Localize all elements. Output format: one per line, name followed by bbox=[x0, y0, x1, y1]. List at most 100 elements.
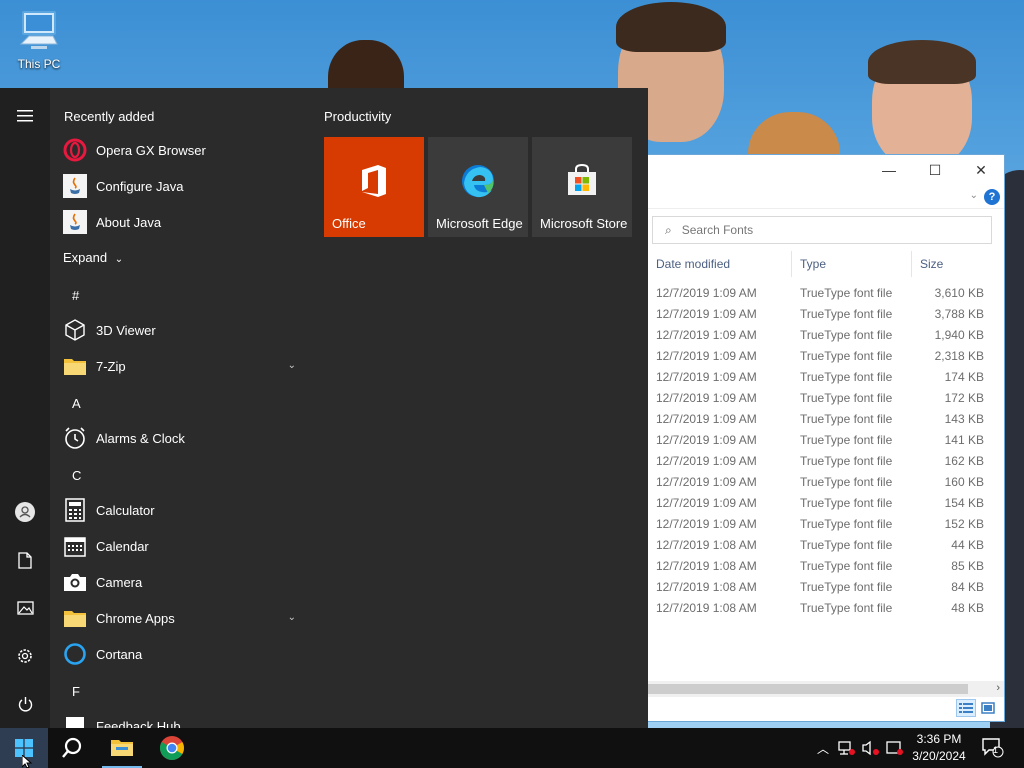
desktop-icon-this-pc[interactable]: This PC bbox=[10, 8, 68, 71]
letter-header-f[interactable]: F bbox=[72, 684, 80, 699]
network-tray-button[interactable] bbox=[836, 728, 858, 768]
expand-button[interactable]: Expand ⌄ bbox=[63, 250, 123, 265]
help-button[interactable]: ? bbox=[984, 189, 1000, 205]
user-account-button[interactable] bbox=[0, 492, 50, 532]
tile-label: Microsoft Edge bbox=[436, 216, 523, 231]
app-3d-viewer[interactable]: 3D Viewer bbox=[62, 312, 302, 348]
file-row[interactable]: 12/7/2019 1:09 AM TrueType font file 141 K… bbox=[648, 430, 996, 451]
scroll-right-icon[interactable]: › bbox=[996, 682, 1000, 694]
file-row[interactable]: 12/7/2019 1:08 AM TrueType font file 48 KB bbox=[648, 598, 996, 619]
file-type: TrueType font file bbox=[800, 601, 893, 615]
file-type: TrueType font file bbox=[800, 391, 893, 405]
file-row[interactable]: 12/7/2019 1:09 AM TrueType font file 3,610… bbox=[648, 283, 996, 304]
file-date-modified: 12/7/2019 1:09 AM bbox=[656, 496, 757, 510]
app-alarms-clock[interactable]: Alarms & Clock bbox=[62, 420, 302, 456]
tile-group-title[interactable]: Productivity bbox=[324, 109, 391, 124]
window-controls: — ☐ ✕ bbox=[866, 155, 1004, 185]
maximize-button[interactable]: ☐ bbox=[912, 155, 958, 185]
close-button[interactable]: ✕ bbox=[958, 155, 1004, 185]
file-row[interactable]: 12/7/2019 1:08 AM TrueType font file 84 KB bbox=[648, 577, 996, 598]
hamburger-menu-button[interactable] bbox=[0, 96, 50, 136]
chevron-down-icon[interactable]: ⌄ bbox=[288, 360, 296, 371]
search-placeholder: Search Fonts bbox=[681, 223, 754, 237]
edge-icon bbox=[428, 163, 528, 199]
file-date-modified: 12/7/2019 1:09 AM bbox=[656, 433, 757, 447]
file-row[interactable]: 12/7/2019 1:09 AM TrueType font file 2,318… bbox=[648, 346, 996, 367]
settings-button[interactable] bbox=[0, 636, 50, 676]
app-about-java[interactable]: About Java bbox=[62, 204, 302, 240]
chevron-down-icon[interactable]: ⌄ bbox=[288, 612, 296, 623]
scrollbar-thumb[interactable] bbox=[648, 684, 968, 694]
wallpaper-figure bbox=[616, 2, 726, 52]
file-row[interactable]: 12/7/2019 1:09 AM TrueType font file 174 K… bbox=[648, 367, 996, 388]
file-date-modified: 12/7/2019 1:09 AM bbox=[656, 517, 757, 531]
column-header-date-modified[interactable]: Date modified bbox=[648, 251, 792, 277]
pictures-button[interactable] bbox=[0, 588, 50, 628]
letter-header-hash[interactable]: # bbox=[72, 288, 79, 303]
app-cortana[interactable]: Cortana bbox=[62, 636, 302, 672]
this-pc-icon bbox=[19, 11, 58, 49]
search-fonts-input[interactable]: ⌕ Search Fonts bbox=[652, 216, 992, 244]
file-date-modified: 12/7/2019 1:08 AM bbox=[656, 601, 757, 615]
tile-microsoft-edge[interactable]: Microsoft Edge bbox=[428, 137, 528, 237]
column-header-size[interactable]: Size bbox=[912, 251, 992, 277]
recently-added-heading: Recently added bbox=[64, 109, 155, 124]
app-7-zip[interactable]: 7-Zip ⌄ bbox=[62, 348, 302, 384]
app-opera-gx[interactable]: Opera GX Browser bbox=[62, 132, 302, 168]
taskbar-file-explorer[interactable] bbox=[98, 728, 146, 768]
file-row[interactable]: 12/7/2019 1:09 AM TrueType font file 172 K… bbox=[648, 388, 996, 409]
taskbar-chrome[interactable] bbox=[148, 728, 196, 768]
tile-office[interactable]: Office bbox=[324, 137, 424, 237]
app-chrome-apps[interactable]: Chrome Apps ⌄ bbox=[62, 600, 302, 636]
app-configure-java[interactable]: Configure Java bbox=[62, 168, 302, 204]
horizontal-scrollbar[interactable]: › bbox=[648, 681, 1004, 697]
cube-icon bbox=[62, 317, 88, 343]
file-explorer-window[interactable]: — ☐ ✕ ⌄ ? ⌕ Search Fonts Date modified T… bbox=[620, 155, 1004, 721]
ribbon-expand-icon[interactable]: ⌄ bbox=[970, 190, 978, 201]
file-row[interactable]: 12/7/2019 1:08 AM TrueType font file 85 KB bbox=[648, 556, 996, 577]
java-icon bbox=[62, 173, 88, 199]
details-view-icon bbox=[959, 703, 973, 713]
action-center-button[interactable]: 1 bbox=[980, 728, 1006, 768]
file-row[interactable]: 12/7/2019 1:09 AM TrueType font file 152 K… bbox=[648, 514, 996, 535]
file-type: TrueType font file bbox=[800, 286, 893, 300]
user-avatar-icon bbox=[15, 502, 35, 522]
system-clock[interactable]: 3:36 PM 3/20/2024 bbox=[896, 731, 982, 765]
pictures-icon bbox=[16, 601, 34, 615]
file-size: 85 KB bbox=[951, 559, 984, 573]
tile-microsoft-store[interactable]: Microsoft Store bbox=[532, 137, 632, 237]
show-hidden-icons-button[interactable]: ︿ bbox=[812, 728, 834, 768]
search-button[interactable] bbox=[48, 728, 96, 768]
power-button[interactable] bbox=[0, 684, 50, 724]
documents-button[interactable] bbox=[0, 540, 50, 580]
details-view-button[interactable] bbox=[956, 699, 976, 717]
app-calendar[interactable]: Calendar bbox=[62, 528, 302, 564]
java-icon bbox=[62, 209, 88, 235]
file-row[interactable]: 12/7/2019 1:09 AM TrueType font file 143 K… bbox=[648, 409, 996, 430]
camera-icon bbox=[62, 569, 88, 595]
taskbar: ︿ 3:36 PM 3/20/2024 1 bbox=[0, 728, 1024, 768]
expand-label: Expand bbox=[63, 250, 108, 265]
column-header-type[interactable]: Type bbox=[792, 251, 912, 277]
file-type: TrueType font file bbox=[800, 538, 893, 552]
file-row[interactable]: 12/7/2019 1:09 AM TrueType font file 160 K… bbox=[648, 472, 996, 493]
letter-header-a[interactable]: A bbox=[72, 396, 81, 411]
tile-label: Microsoft Store bbox=[540, 216, 628, 231]
chrome-icon bbox=[159, 736, 184, 761]
file-date-modified: 12/7/2019 1:09 AM bbox=[656, 286, 757, 300]
file-date-modified: 12/7/2019 1:08 AM bbox=[656, 559, 757, 573]
app-calculator[interactable]: Calculator bbox=[62, 492, 302, 528]
file-row[interactable]: 12/7/2019 1:09 AM TrueType font file 3,788… bbox=[648, 304, 996, 325]
file-row[interactable]: 12/7/2019 1:09 AM TrueType font file 1,940… bbox=[648, 325, 996, 346]
file-row[interactable]: 12/7/2019 1:08 AM TrueType font file 44 KB bbox=[648, 535, 996, 556]
letter-header-c[interactable]: C bbox=[72, 468, 81, 483]
file-row[interactable]: 12/7/2019 1:09 AM TrueType font file 154 K… bbox=[648, 493, 996, 514]
app-name: 7-Zip bbox=[96, 358, 126, 374]
volume-tray-button[interactable] bbox=[860, 728, 882, 768]
feedback-icon bbox=[62, 713, 88, 728]
file-row[interactable]: 12/7/2019 1:09 AM TrueType font file 162 K… bbox=[648, 451, 996, 472]
large-icons-view-button[interactable] bbox=[978, 699, 998, 717]
minimize-button[interactable]: — bbox=[866, 155, 912, 185]
app-feedback-hub[interactable]: Feedback Hub bbox=[62, 708, 302, 728]
app-camera[interactable]: Camera bbox=[62, 564, 302, 600]
